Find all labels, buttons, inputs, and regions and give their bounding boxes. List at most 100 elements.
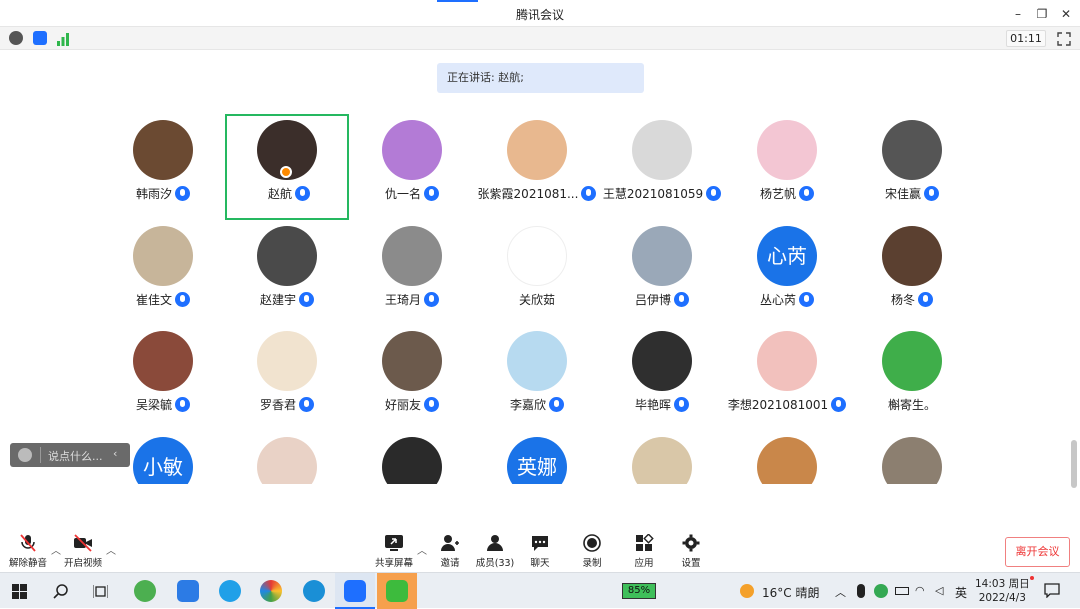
status-bar: 01:11 <box>0 27 1080 50</box>
participant-tile[interactable]: 赵建宇 <box>225 220 349 326</box>
participant-name-text: 张紫霞2021081... <box>477 187 579 201</box>
invite-icon <box>441 535 459 551</box>
participant-name-text: 崔佳文 <box>135 293 172 307</box>
minimize-icon[interactable]: – <box>1010 6 1026 22</box>
participant-tile[interactable]: 宋佳赢 <box>850 114 974 220</box>
collapse-icon[interactable]: ‹ <box>113 447 117 460</box>
apps-button[interactable]: 应用 <box>619 534 669 569</box>
participant-tile[interactable]: 李嘉欣 <box>475 325 599 431</box>
chat-input[interactable]: 说点什么... ‹ <box>10 443 130 467</box>
avatar <box>133 120 193 180</box>
wifi-icon[interactable]: ◠ <box>915 584 929 598</box>
restore-icon[interactable]: ❐ <box>1034 6 1050 22</box>
notification-icon[interactable] <box>1044 583 1060 598</box>
participant-tile[interactable]: 杨冬 <box>850 220 974 326</box>
leave-meeting-button[interactable]: 离开会议 <box>1005 537 1070 567</box>
participant-tile[interactable]: 吴梁毓 <box>101 325 225 431</box>
mic-muted-icon <box>20 534 36 552</box>
avatar <box>632 120 692 180</box>
microphone-icon[interactable] <box>857 584 865 598</box>
unmute-button[interactable]: 解除静音 <box>3 534 53 569</box>
weather-text[interactable]: 16°C 晴朗 <box>762 584 819 601</box>
emoji-icon[interactable] <box>18 448 32 462</box>
participant-name-text: 宋佳赢 <box>884 187 921 201</box>
participant-name-text: 好丽友 <box>384 398 421 412</box>
participant-tile[interactable]: 崔佳文 <box>101 220 225 326</box>
video-button[interactable]: 开启视频 <box>58 534 108 569</box>
avatar: 心芮 <box>757 226 817 286</box>
edge-app-icon[interactable] <box>303 580 325 602</box>
participant-tile[interactable]: 王琦月 <box>350 220 474 326</box>
participant-name-text: 毕艳晖 <box>634 398 671 412</box>
participant-name: 韩雨汐 <box>101 185 225 202</box>
share-screen-button[interactable]: 共享屏幕 <box>369 534 419 569</box>
participant-tile[interactable]: 杨艺帆 <box>725 114 849 220</box>
wechat-app-icon <box>386 580 408 602</box>
participant-tile[interactable] <box>600 431 724 484</box>
close-icon[interactable]: ✕ <box>1058 6 1074 22</box>
apps-label: 应用 <box>634 558 654 569</box>
tencent-meeting-taskbar-item[interactable] <box>335 573 375 609</box>
search-icon[interactable] <box>53 584 68 599</box>
tray-app-icon[interactable] <box>874 584 888 598</box>
participant-tile[interactable]: 王慧2021081059 <box>600 114 724 220</box>
participant-tile[interactable]: 罗香君 <box>225 325 349 431</box>
share-label: 共享屏幕 <box>374 558 413 569</box>
chevron-up-icon[interactable]: ︿ <box>106 542 116 557</box>
participant-tile[interactable]: 李想2021081001 <box>725 325 849 431</box>
weather-icon[interactable] <box>740 584 754 598</box>
participant-tile[interactable] <box>225 431 349 484</box>
participant-name: 王慧2021081059 <box>600 185 724 202</box>
participant-tile[interactable] <box>725 431 849 484</box>
battery-indicator[interactable]: 85% <box>622 583 656 599</box>
participant-tile[interactable]: 吕伊博 <box>600 220 724 326</box>
chat-button[interactable]: 聊天 <box>515 534 565 569</box>
mic-icon <box>918 292 933 307</box>
clock[interactable]: 14:03 周日 2022/4/3 <box>975 577 1030 605</box>
participant-tile[interactable]: 好丽友 <box>350 325 474 431</box>
chat-icon <box>532 536 548 551</box>
mic-icon <box>424 397 439 412</box>
participant-tile[interactable]: 英娜 <box>475 431 599 484</box>
participant-name-text: 韩雨汐 <box>135 187 172 201</box>
avatar <box>882 226 942 286</box>
video-label: 开启视频 <box>63 558 102 569</box>
divider <box>40 447 41 463</box>
chevron-up-icon[interactable]: ︿ <box>835 584 849 599</box>
info-icon[interactable] <box>9 31 23 45</box>
invite-button[interactable]: 邀请 <box>425 534 475 569</box>
participant-tile[interactable] <box>350 431 474 484</box>
settings-button[interactable]: 设置 <box>666 534 716 569</box>
participant-tile[interactable]: 仇一名 <box>350 114 474 220</box>
participant-tile[interactable]: 张紫霞2021081... <box>475 114 599 220</box>
wps-app-icon[interactable] <box>177 580 199 602</box>
battery-icon[interactable] <box>895 587 909 595</box>
mic-icon <box>799 292 814 307</box>
task-view-icon[interactable] <box>93 584 108 599</box>
apps-icon <box>636 534 654 551</box>
participant-tile[interactable]: 韩雨汐 <box>101 114 225 220</box>
members-button[interactable]: 成员(33) <box>470 534 520 569</box>
avatar <box>382 331 442 391</box>
shield-icon[interactable] <box>33 31 47 45</box>
participant-tile[interactable]: 心芮 丛心芮 <box>725 220 849 326</box>
participant-tile[interactable]: 毕艳晖 <box>600 325 724 431</box>
participant-tile[interactable]: 赵航 <box>225 114 349 220</box>
fullscreen-icon[interactable] <box>1057 31 1071 46</box>
ime-indicator[interactable]: 英 <box>955 584 967 601</box>
chrome-app-icon[interactable] <box>260 580 282 602</box>
signal-icon[interactable] <box>56 31 70 46</box>
windows-start-icon[interactable] <box>12 584 27 599</box>
participant-tile[interactable] <box>850 431 974 484</box>
participant-name-text: 杨冬 <box>890 293 915 307</box>
participant-name-text: 李想2021081001 <box>727 398 829 412</box>
participant-tile[interactable]: 槲寄生。 <box>850 325 974 431</box>
scrollbar[interactable] <box>1071 440 1077 488</box>
speaker-icon[interactable]: ◁ <box>935 584 949 598</box>
participant-tile[interactable]: 关欣茹 <box>475 220 599 326</box>
record-button[interactable]: 录制 <box>567 534 617 569</box>
ie-app-icon[interactable] <box>219 580 241 602</box>
browser-app-icon[interactable] <box>134 580 156 602</box>
participant-name: 毕艳晖 <box>600 396 724 413</box>
wechat-taskbar-item[interactable] <box>377 573 417 609</box>
